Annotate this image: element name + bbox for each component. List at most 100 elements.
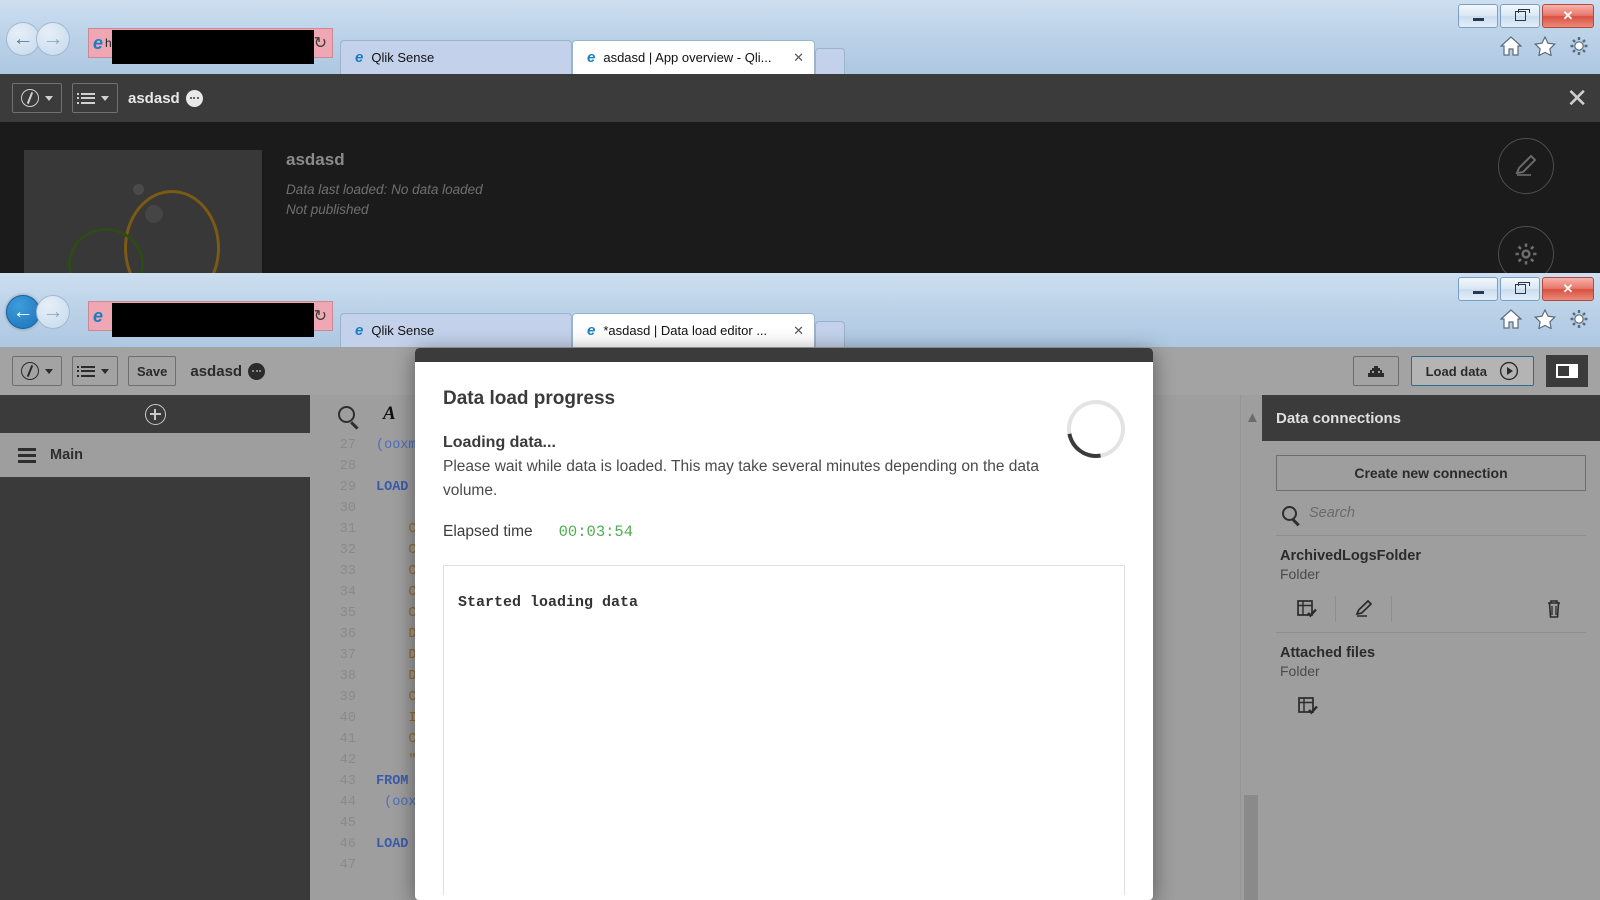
debug-button[interactable] [1352,356,1399,386]
tab-favicon-icon: e [355,322,363,339]
browser-toolbar-icons-front [1500,309,1590,329]
search-icon[interactable] [338,405,359,430]
minimize-button-back[interactable] [1458,4,1498,28]
tab-qlik-sense-front[interactable]: e Qlik Sense [340,313,572,347]
home-icon [1500,309,1522,329]
compass-icon [21,89,39,107]
app-name-front: asdasd [190,362,266,380]
tab-qlik-sense-back[interactable]: e Qlik Sense [340,40,572,74]
redacted-url-front [112,303,314,337]
sheets-menu-button-back[interactable] [72,83,118,113]
panel-toggle-button[interactable] [1546,355,1588,387]
save-button[interactable]: Save [128,356,177,386]
nav-menu-button-back[interactable] [12,83,62,113]
tab-data-load-editor-front[interactable]: e *asdasd | Data load editor ... ✕ [572,313,815,347]
back-button-front[interactable]: ← [6,295,40,329]
tab-strip-front: e Qlik Sense e *asdasd | Data load edito… [340,301,845,347]
qlik-topbar-app-overview: asdasd ✕ [0,74,1600,122]
scrollbar-thumb[interactable] [1244,795,1258,900]
close-button-front[interactable]: ✕ [1542,277,1594,301]
search-input[interactable]: Search [1309,505,1355,521]
tab-label: asdasd | App overview - Qli... [603,50,772,65]
home-icon [1500,36,1522,56]
load-data-label: Load data [1425,363,1487,379]
restore-button-back[interactable] [1500,4,1540,28]
edit-pencil-icon[interactable] [1336,596,1392,622]
script-section-main[interactable]: Main [0,433,310,479]
add-section-bar [0,395,310,433]
chevron-down-icon [101,95,109,101]
elapsed-time-label: Elapsed time [443,523,533,541]
browser-chrome-back: ✕ ← → e h ✖ Certificate ... ↻ [0,0,1600,74]
tab-app-overview-back[interactable]: e asdasd | App overview - Qli... ✕ [572,40,815,74]
data-connection-item[interactable]: Attached files Folder [1276,632,1586,729]
delete-trash-icon[interactable] [1526,596,1582,622]
sheets-menu-button-front[interactable] [72,356,118,386]
tab-favicon-icon: e [355,49,363,66]
new-tab-button-front[interactable] [815,321,845,347]
dialog-title: Data load progress [443,388,616,409]
app-last-loaded: Data last loaded: No data loaded [286,182,483,197]
chevron-down-icon [45,368,53,374]
tab-close-icon[interactable]: ✕ [793,323,804,339]
tab-strip-back: e Qlik Sense e asdasd | App overview - Q… [340,28,845,74]
refresh-icon[interactable]: ↻ [314,306,327,326]
select-data-icon[interactable] [1280,693,1336,719]
chevron-up-icon[interactable]: ▲ [1245,409,1260,426]
app-title: asdasd [286,150,345,169]
nav-menu-button-front[interactable] [12,356,62,386]
restore-button-front[interactable] [1500,277,1540,301]
app-menu-dots-icon[interactable] [185,89,203,107]
plus-circle-icon[interactable] [144,403,166,425]
favorites-star-icon [1534,309,1556,329]
connection-type: Folder [1280,566,1320,582]
connection-name: Attached files [1280,645,1376,661]
load-log-line: Started loading data [458,594,639,612]
dialog-titlebar [415,348,1153,362]
forward-button-front[interactable]: → [36,295,70,329]
tab-label: *asdasd | Data load editor ... [603,323,768,338]
editor-scrollbar[interactable]: ▲ [1240,395,1262,900]
load-data-button[interactable]: Load data [1410,356,1534,386]
create-new-connection-button[interactable]: Create new connection [1276,455,1586,491]
app-name-back: asdasd [128,89,203,107]
edit-app-button[interactable] [1498,138,1554,194]
browser-toolbar-icons-back [1500,36,1590,56]
data-connections-search[interactable]: Search [1276,491,1586,527]
gear-icon [1515,243,1537,265]
data-connection-item[interactable]: ArchivedLogsFolder Folder [1276,535,1586,632]
format-italic-icon[interactable]: A [383,403,396,425]
minimize-button-front[interactable] [1458,277,1498,301]
app-name-label: asdasd [128,89,180,107]
settings-gear-icon [1570,37,1588,55]
tab-close-icon[interactable]: ✕ [793,50,804,66]
drag-handle-icon[interactable] [18,447,36,463]
connection-name: ArchivedLogsFolder [1280,548,1421,564]
data-connections-panel: Data connections Create new connection S… [1262,395,1600,900]
nav-buttons-back: ← → [6,22,70,56]
forward-button-back[interactable]: → [36,22,70,56]
app-name-label: asdasd [190,362,243,380]
pencil-icon [1515,154,1537,176]
script-sections-empty [0,479,310,900]
data-connections-title: Data connections [1262,395,1600,441]
connection-actions [1280,693,1582,719]
refresh-icon[interactable]: ↻ [314,33,327,53]
data-connections-body: Create new connection Search ArchivedLog… [1262,441,1600,743]
redacted-url-back [112,30,314,64]
favorites-star-icon [1534,36,1556,56]
back-button-back[interactable]: ← [6,22,40,56]
app-menu-dots-icon[interactable] [248,362,266,380]
select-data-icon[interactable] [1280,596,1336,622]
load-log-output: Started loading data [443,565,1125,896]
data-load-progress-dialog[interactable]: Data load progress Loading data... Pleas… [415,348,1153,900]
dialog-heading: Loading data... [443,434,556,451]
app-thumbnail [24,150,262,282]
close-button-back[interactable]: ✕ [1542,4,1594,28]
window-controls-front: ✕ [1458,277,1594,301]
dialog-content: Data load progress Loading data... Pleas… [415,362,1153,896]
tab-label: Qlik Sense [371,50,435,65]
new-tab-button-back[interactable] [815,48,845,74]
close-app-icon-back[interactable]: ✕ [1566,83,1588,114]
dialog-message: Please wait while data is loaded. This m… [443,458,1039,500]
